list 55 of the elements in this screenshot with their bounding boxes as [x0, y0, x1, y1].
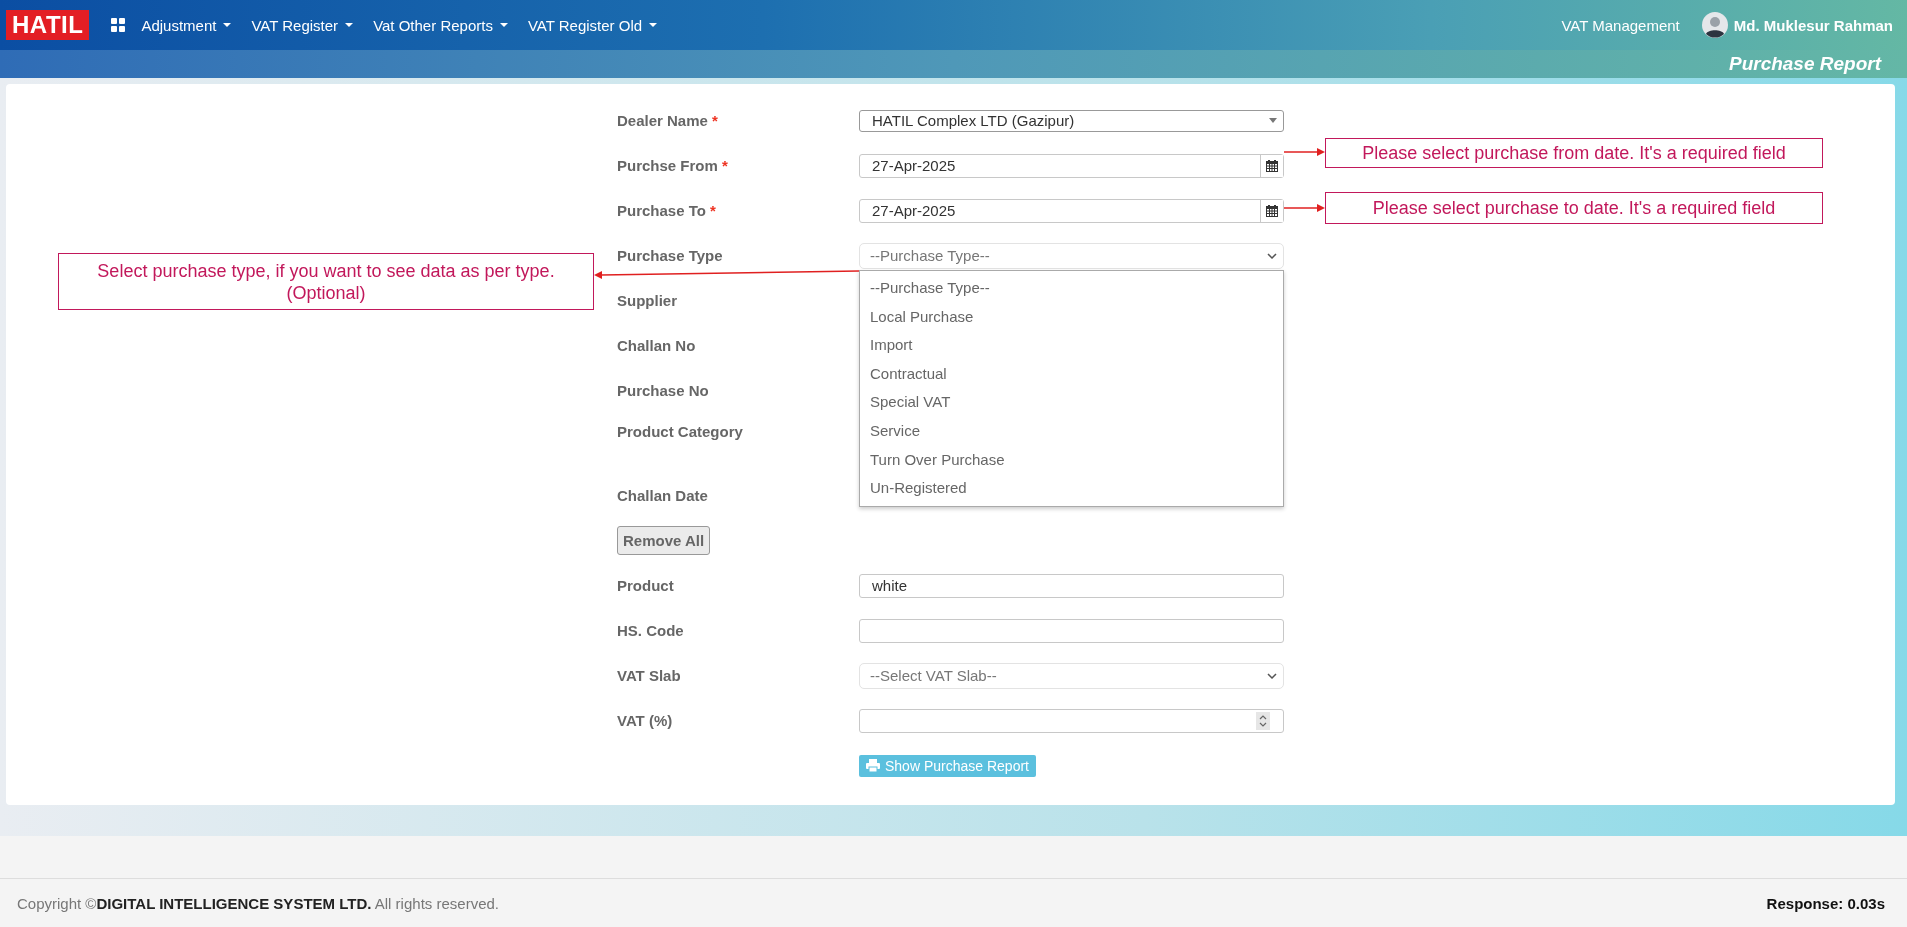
pointer-arrow — [1284, 148, 1325, 156]
callout-note: Select purchase type, if you want to see data as per type. (Optional) — [58, 253, 594, 310]
dropdown-option[interactable]: --Purchase Type-- — [860, 274, 1283, 303]
spinner-icon — [1256, 711, 1270, 730]
dropdown-option[interactable]: Service — [860, 416, 1283, 446]
field-label: Purchse From * — [617, 157, 729, 174]
field-label: Dealer Name * — [617, 112, 719, 129]
select-field[interactable]: --Select VAT Slab-- — [859, 662, 1284, 689]
field-label: VAT (%) — [617, 712, 674, 729]
caret-icon — [345, 23, 354, 27]
number-field[interactable] — [859, 708, 1284, 733]
dropdown-option[interactable]: Contractual — [860, 359, 1283, 389]
menu-dropdown[interactable]: VAT Register — [251, 16, 354, 34]
field-label: Challan Date — [617, 487, 709, 504]
caret-icon — [499, 23, 508, 27]
pointer-arrow — [1284, 204, 1325, 212]
calendar-icon[interactable] — [1266, 159, 1278, 172]
copyright-text: Copyright ©DIGITAL INTELLIGENCE SYSTEM LTD. All rights reserved. — [17, 895, 499, 912]
dropdown-option[interactable]: Import — [860, 331, 1283, 360]
field-label: Purchase To * — [617, 202, 717, 219]
callout-note: Please select purchase to date. It's a required field — [1325, 192, 1823, 224]
logo[interactable]: HATIL — [6, 10, 90, 40]
avatar-icon — [1701, 12, 1728, 38]
caret-icon — [1269, 118, 1277, 123]
caret-icon — [649, 23, 658, 27]
field-label: Supplier — [617, 292, 678, 309]
text-field[interactable]: white — [859, 573, 1284, 598]
dropdown-option[interactable]: Local Purchase — [860, 302, 1283, 332]
calendar-icon[interactable] — [1266, 204, 1278, 217]
menu-dropdown[interactable]: Vat Other Reports — [373, 16, 508, 34]
field-label: Purchase Type — [617, 247, 724, 264]
dropdown-option[interactable]: Special VAT — [860, 388, 1283, 417]
grid-icon[interactable] — [111, 18, 126, 32]
field-label: Product Category — [617, 423, 744, 440]
menu-dropdown[interactable]: Adjustment — [141, 16, 232, 34]
field-label: Product — [617, 577, 675, 594]
chevron-down-icon — [1267, 252, 1277, 259]
printer-icon — [866, 759, 880, 772]
field-label: VAT Slab — [617, 667, 682, 684]
text-field[interactable] — [859, 618, 1284, 643]
callout-note: Please select purchase from date. It's a required field — [1325, 138, 1823, 168]
select-field[interactable]: HATIL Complex LTD (Gazipur) — [859, 109, 1284, 132]
field-label: Purchase No — [617, 382, 710, 399]
app-name: VAT Management — [1561, 16, 1680, 34]
field-label: Challan No — [617, 337, 697, 354]
dropdown-option[interactable]: Turn Over Purchase — [860, 445, 1283, 475]
caret-icon — [223, 23, 232, 27]
select-field[interactable]: --Purchase Type-- — [859, 242, 1284, 269]
field-label: HS. Code — [617, 622, 685, 639]
response-time: Response: 0.03s — [1766, 895, 1885, 912]
chevron-down-icon — [1267, 672, 1277, 679]
remove-all-button[interactable]: Remove All — [617, 526, 711, 555]
dropdown-option[interactable]: Un-Registered — [860, 474, 1283, 503]
menu-dropdown[interactable]: VAT Register Old — [527, 16, 658, 34]
page-title: Purchase Report — [1728, 53, 1881, 75]
